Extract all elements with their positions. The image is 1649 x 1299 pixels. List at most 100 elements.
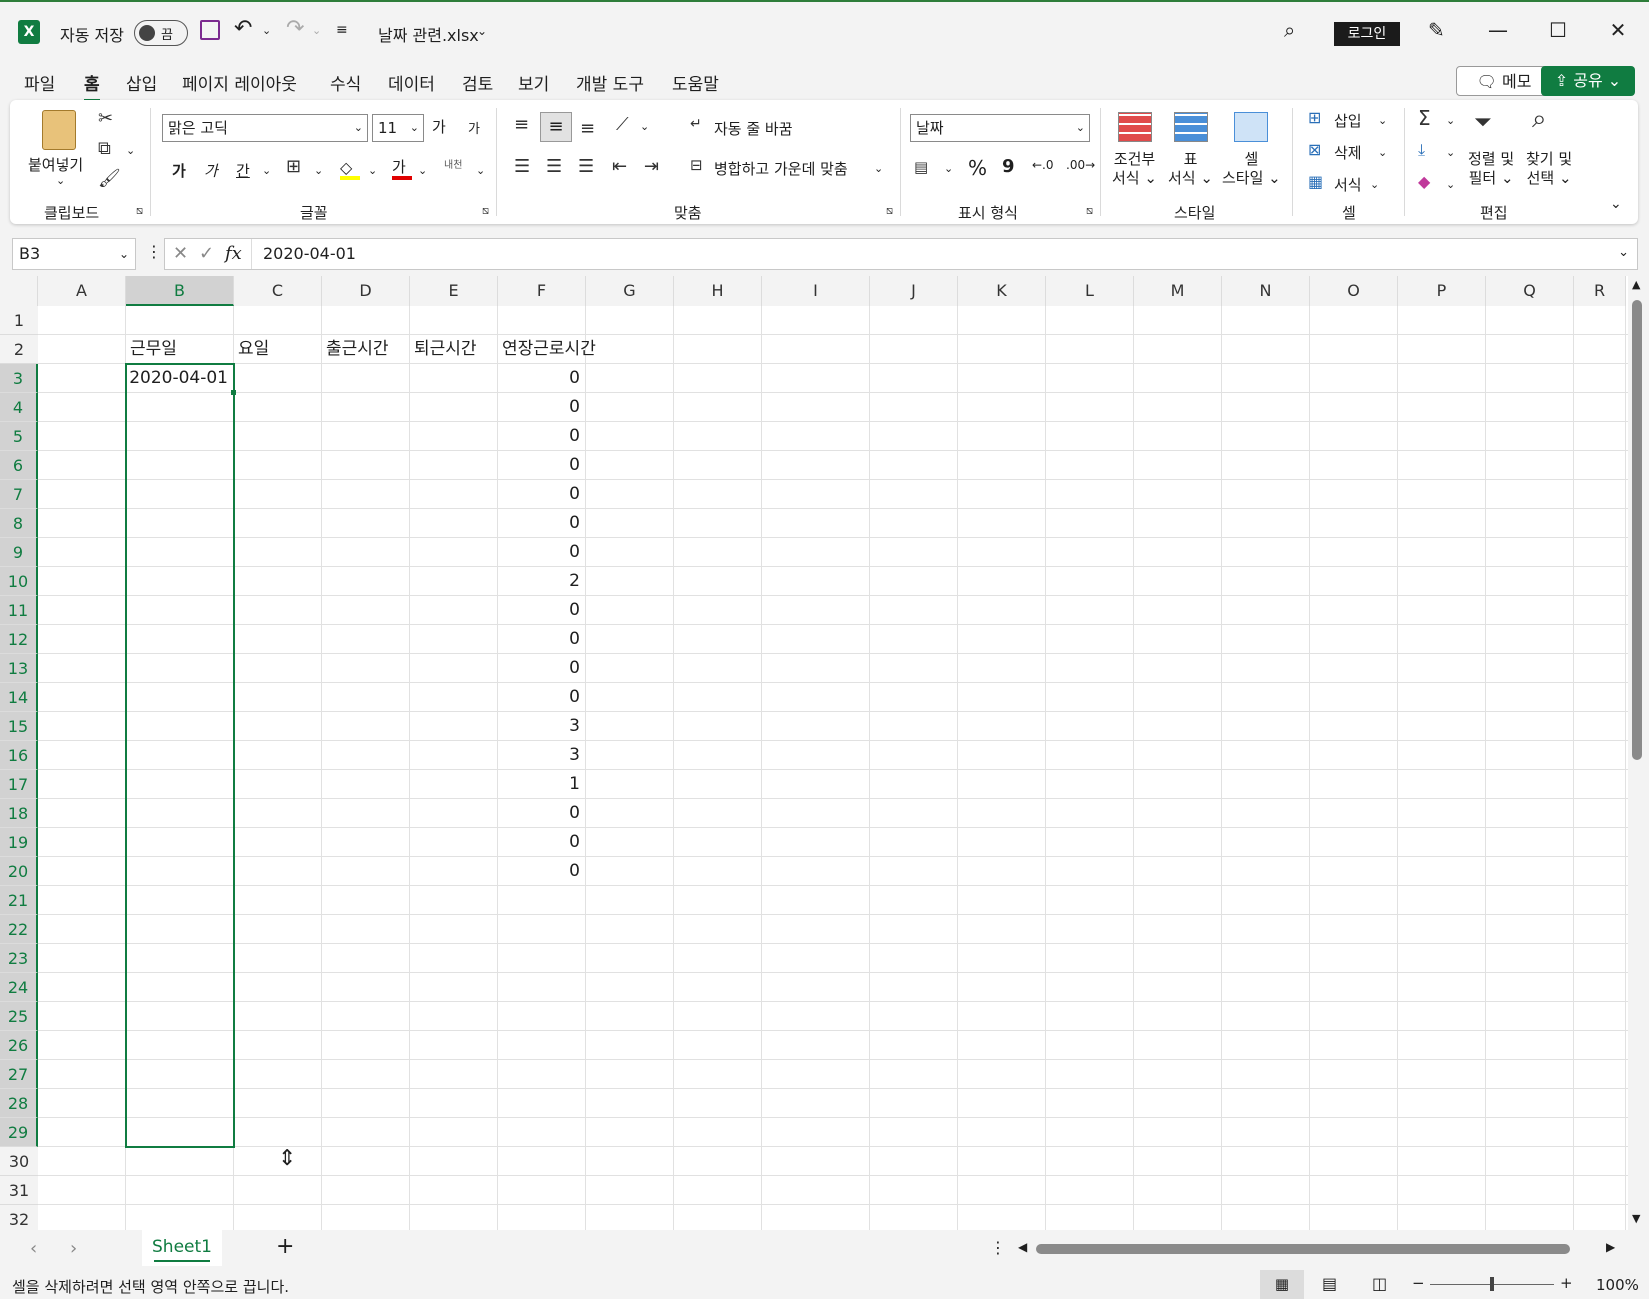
format-painter-icon[interactable]: 🖌 — [98, 168, 121, 189]
row-header-28[interactable]: 28 — [0, 1089, 38, 1118]
font-size-combo[interactable]: 11 ⌄ — [372, 114, 424, 142]
format-table-icon[interactable] — [1174, 112, 1208, 142]
border-dropdown-icon[interactable]: ⌄ — [314, 164, 323, 177]
align-top-icon[interactable]: ≡ — [514, 114, 529, 135]
row-header-22[interactable]: 22 — [0, 915, 38, 944]
number-launcher-icon[interactable]: ⧅ — [1086, 204, 1093, 218]
header-cell-b[interactable]: 근무일 — [130, 335, 177, 364]
memo-button[interactable]: 🗨 메모 — [1456, 66, 1552, 96]
table-row-f14[interactable]: 0 — [498, 683, 580, 712]
align-bottom-icon[interactable]: ≡ — [580, 118, 595, 139]
clear-icon[interactable]: ◆ — [1418, 172, 1430, 191]
row-header-17[interactable]: 17 — [0, 770, 38, 799]
column-header-f[interactable]: F — [498, 276, 586, 306]
tab-data[interactable]: 데이터 — [388, 70, 435, 95]
bold-button[interactable]: 가 — [172, 160, 186, 181]
row-header-16[interactable]: 16 — [0, 741, 38, 770]
share-button[interactable]: ⇪ 공유 ⌄ — [1541, 66, 1635, 96]
column-header-j[interactable]: J — [870, 276, 958, 306]
tab-developer[interactable]: 개발 도구 — [576, 70, 644, 95]
column-header-a[interactable]: A — [38, 276, 126, 306]
row-header-26[interactable]: 26 — [0, 1031, 38, 1060]
row-header-8[interactable]: 8 — [0, 509, 38, 538]
conditional-format-button[interactable]: 조건부 서식 ⌄ — [1112, 150, 1157, 188]
table-row-f6[interactable]: 0 — [498, 451, 580, 480]
table-row-f18[interactable]: 0 — [498, 799, 580, 828]
accounting-dropdown-icon[interactable]: ⌄ — [944, 162, 953, 175]
wrap-text-button[interactable]: 자동 줄 바꿈 — [714, 118, 793, 139]
row-header-20[interactable]: 20 — [0, 857, 38, 886]
row-header-23[interactable]: 23 — [0, 944, 38, 973]
delete-cells-icon[interactable]: ⊠ — [1308, 140, 1321, 159]
minimize-icon[interactable]: — — [1478, 18, 1518, 42]
tab-file[interactable]: 파일 — [24, 70, 55, 95]
underline-button[interactable]: 간 — [236, 160, 250, 181]
formula-input[interactable]: 2020-04-01 — [263, 244, 356, 263]
row-header-6[interactable]: 6 — [0, 451, 38, 480]
insert-cells-button[interactable]: 삽입 — [1334, 110, 1362, 131]
merge-dropdown-icon[interactable]: ⌄ — [874, 162, 883, 175]
sheet-tab-sheet1[interactable]: Sheet1 — [142, 1230, 222, 1266]
redo-icon[interactable]: ↷ — [286, 16, 304, 41]
scroll-up-icon[interactable]: ▲ — [1632, 278, 1640, 291]
autosum-dropdown-icon[interactable]: ⌄ — [1446, 114, 1455, 127]
expand-formula-icon[interactable]: ⌄ — [1618, 245, 1629, 260]
row-header-27[interactable]: 27 — [0, 1060, 38, 1089]
column-header-n[interactable]: N — [1222, 276, 1310, 306]
zoom-slider-thumb[interactable] — [1490, 1277, 1494, 1291]
zoom-in-button[interactable]: + — [1560, 1274, 1573, 1292]
row-header-5[interactable]: 5 — [0, 422, 38, 451]
row-header-10[interactable]: 10 — [0, 567, 38, 596]
align-right-icon[interactable]: ☰ — [578, 156, 594, 177]
designer-pen-icon[interactable]: ✎ — [1428, 18, 1445, 42]
vertical-scrollbar[interactable]: ▲ ▼ — [1628, 276, 1649, 1230]
fill-dropdown-icon[interactable]: ⌄ — [1446, 146, 1455, 159]
delete-dropdown-icon[interactable]: ⌄ — [1378, 146, 1387, 159]
insert-function-button[interactable]: fx — [225, 243, 242, 264]
row-header-21[interactable]: 21 — [0, 886, 38, 915]
maximize-icon[interactable]: ☐ — [1538, 18, 1578, 42]
column-header-k[interactable]: K — [958, 276, 1046, 306]
paste-dropdown-icon[interactable]: ⌄ — [56, 174, 65, 187]
select-all-corner[interactable] — [0, 276, 38, 306]
delete-cells-button[interactable]: 삭제 — [1334, 142, 1362, 163]
table-row-f4[interactable]: 0 — [498, 393, 580, 422]
header-cell-e[interactable]: 퇴근시간 — [414, 335, 477, 364]
table-row-f17[interactable]: 1 — [498, 770, 580, 799]
column-header-c[interactable]: C — [234, 276, 322, 306]
row-header-13[interactable]: 13 — [0, 654, 38, 683]
close-icon[interactable]: ✕ — [1598, 18, 1638, 42]
file-name[interactable]: 날짜 관련.xlsx — [378, 22, 479, 46]
login-button[interactable]: 로그인 — [1334, 22, 1400, 46]
add-sheet-button[interactable]: + — [276, 1234, 294, 1259]
formula-bar-options-icon[interactable]: ⋮ — [146, 242, 162, 261]
format-cells-icon[interactable]: ▦ — [1308, 172, 1323, 191]
sort-filter-icon[interactable]: ⏷ — [1474, 110, 1492, 135]
row-header-19[interactable]: 19 — [0, 828, 38, 857]
shrink-font-button[interactable]: 가 — [468, 118, 480, 137]
filename-chevron-icon[interactable]: ⌄ — [477, 24, 487, 38]
decrease-decimal-icon[interactable]: .00→ — [1066, 158, 1095, 172]
table-row-f15[interactable]: 3 — [498, 712, 580, 741]
autosave-toggle[interactable]: 끔 — [134, 20, 188, 46]
redo-dropdown-icon[interactable]: ⌄ — [312, 24, 321, 37]
clipboard-launcher-icon[interactable]: ⧅ — [136, 204, 143, 218]
table-row-f19[interactable]: 0 — [498, 828, 580, 857]
tab-view[interactable]: 보기 — [518, 70, 549, 95]
tab-page-layout[interactable]: 페이지 레이아웃 — [182, 70, 297, 95]
row-header-30[interactable]: 30 — [0, 1147, 38, 1176]
row-header-7[interactable]: 7 — [0, 480, 38, 509]
row-header-9[interactable]: 9 — [0, 538, 38, 567]
align-left-icon[interactable]: ☰ — [514, 156, 530, 177]
italic-button[interactable]: 가 — [204, 160, 218, 181]
tab-home[interactable]: 홈 — [84, 70, 100, 102]
column-header-q[interactable]: Q — [1486, 276, 1574, 306]
customize-toolbar-icon[interactable]: ≡ — [336, 22, 348, 38]
row-header-15[interactable]: 15 — [0, 712, 38, 741]
format-dropdown-icon[interactable]: ⌄ — [1370, 178, 1379, 191]
merge-center-button[interactable]: 병합하고 가운데 맞춤 — [714, 158, 848, 179]
page-layout-view-icon[interactable]: ▤ — [1322, 1274, 1337, 1293]
row-header-25[interactable]: 25 — [0, 1002, 38, 1031]
copy-dropdown-icon[interactable]: ⌄ — [126, 144, 135, 157]
row-header-18[interactable]: 18 — [0, 799, 38, 828]
